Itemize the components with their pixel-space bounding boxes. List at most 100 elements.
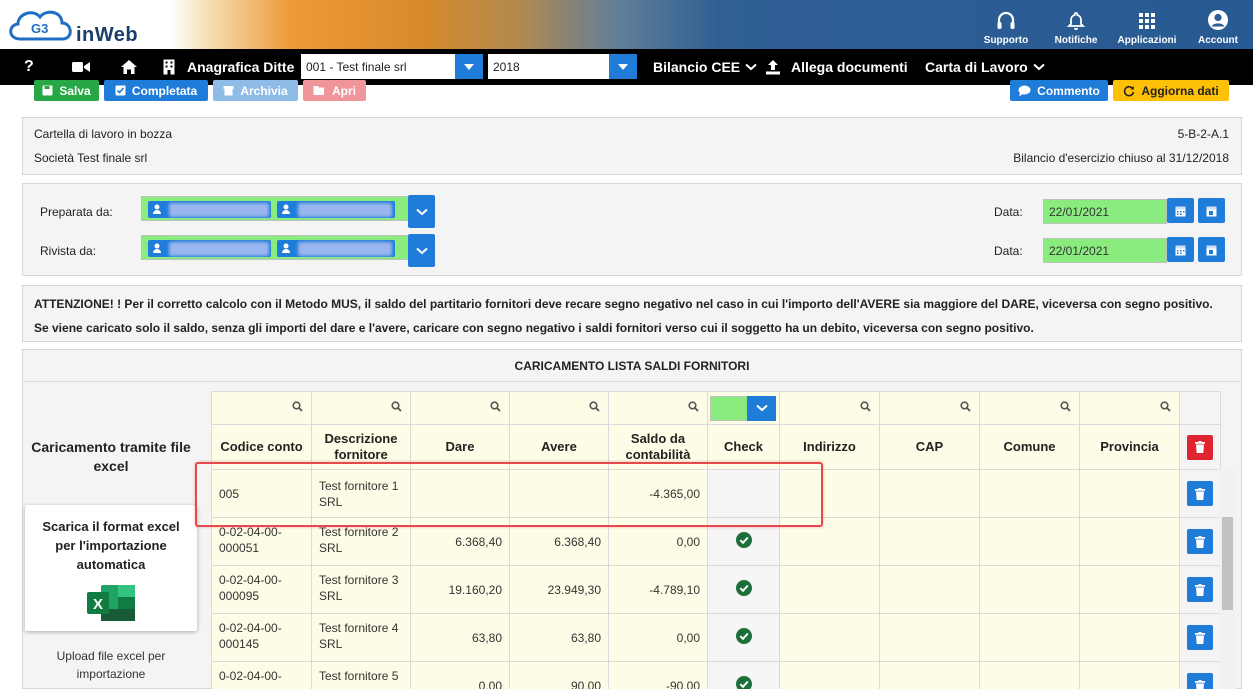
filter-descrizione[interactable]: [311, 391, 411, 425]
completata-button[interactable]: Completata: [104, 80, 208, 101]
allega-documenti-menu[interactable]: Allega documenti: [765, 49, 908, 85]
cell-avere[interactable]: 23.949,30: [509, 565, 609, 614]
help-button[interactable]: ?: [24, 49, 34, 85]
header-avere[interactable]: Avere: [509, 424, 609, 470]
header-indirizzo[interactable]: Indirizzo: [779, 424, 880, 470]
header-descrizione[interactable]: Descrizione fornitore: [311, 424, 411, 470]
table-row[interactable]: 0-02-04-00-000095 Test fornitore 3 SRL 19.…: [211, 565, 1221, 614]
cell-saldo[interactable]: 0,00: [608, 613, 708, 662]
filter-indirizzo[interactable]: [779, 391, 880, 425]
calendar-button-1[interactable]: [1167, 198, 1194, 223]
cell-provincia[interactable]: [1079, 517, 1180, 566]
header-saldo[interactable]: Saldo da contabilità: [608, 424, 708, 470]
rivista-select[interactable]: [141, 235, 408, 260]
company-select[interactable]: 001 - Test finale srl: [301, 54, 483, 79]
delete-row-button[interactable]: [1187, 577, 1213, 602]
cell-cap[interactable]: [879, 613, 980, 662]
scrollbar-thumb[interactable]: [1222, 517, 1233, 610]
applications-button[interactable]: Applicazioni: [1111, 0, 1183, 49]
filter-codice[interactable]: [211, 391, 312, 425]
check-filter-toggle[interactable]: [747, 395, 776, 421]
cell-indirizzo[interactable]: [779, 661, 880, 689]
cell-comune[interactable]: [979, 613, 1080, 662]
filter-cap[interactable]: [879, 391, 980, 425]
filter-saldo[interactable]: [608, 391, 708, 425]
filter-avere[interactable]: [509, 391, 609, 425]
header-provincia[interactable]: Provincia: [1079, 424, 1180, 470]
cell-codice[interactable]: 0-02-04-00-: [211, 661, 312, 689]
header-dare[interactable]: Dare: [410, 424, 510, 470]
cell-dare[interactable]: 63,80: [410, 613, 510, 662]
salva-button[interactable]: Salva: [34, 80, 99, 101]
cell-saldo[interactable]: -4.365,00: [608, 469, 708, 518]
cell-avere[interactable]: 90,00: [509, 661, 609, 689]
header-comune[interactable]: Comune: [979, 424, 1080, 470]
archivia-button[interactable]: Archivia: [213, 80, 298, 101]
header-cap[interactable]: CAP: [879, 424, 980, 470]
cell-provincia[interactable]: [1079, 565, 1180, 614]
table-row[interactable]: 0-02-04-00- Test fornitore 5 0,00 90,00 -90,…: [211, 661, 1221, 689]
cell-comune[interactable]: [979, 661, 1080, 689]
cell-provincia[interactable]: [1079, 469, 1180, 518]
notifications-button[interactable]: Notifiche: [1041, 0, 1111, 49]
year-select-toggle[interactable]: [609, 54, 637, 79]
header-codice[interactable]: Codice conto: [211, 424, 312, 470]
download-format-card[interactable]: Scarica il format excel per l'importazio…: [25, 505, 197, 631]
filter-dare[interactable]: [410, 391, 510, 425]
rivista-dropdown-toggle[interactable]: [408, 234, 435, 267]
cell-dare[interactable]: [410, 469, 510, 518]
cell-dare[interactable]: 19.160,20: [410, 565, 510, 614]
cell-descrizione[interactable]: Test fornitore 2 SRL: [311, 517, 411, 566]
cell-descrizione[interactable]: Test fornitore 1 SRL: [311, 469, 411, 518]
table-row[interactable]: 005 Test fornitore 1 SRL -4.365,00: [211, 469, 1221, 518]
cell-comune[interactable]: [979, 469, 1080, 518]
cell-cap[interactable]: [879, 517, 980, 566]
cell-avere[interactable]: 6.368,40: [509, 517, 609, 566]
cell-descrizione[interactable]: Test fornitore 4 SRL: [311, 613, 411, 662]
bilancio-menu[interactable]: Bilancio CEE: [653, 49, 757, 85]
cell-saldo[interactable]: 0,00: [608, 517, 708, 566]
cell-cap[interactable]: [879, 469, 980, 518]
cell-codice[interactable]: 0-02-04-00-000095: [211, 565, 312, 614]
today-button-2[interactable]: [1198, 237, 1225, 262]
table-row[interactable]: 0-02-04-00-000051 Test fornitore 2 SRL 6.3…: [211, 517, 1221, 566]
cell-saldo[interactable]: -90,00: [608, 661, 708, 689]
year-select[interactable]: 2018: [488, 54, 637, 79]
cell-indirizzo[interactable]: [779, 469, 880, 518]
cell-cap[interactable]: [879, 661, 980, 689]
today-button-1[interactable]: [1198, 198, 1225, 223]
date-input-1[interactable]: 22/01/2021: [1043, 199, 1167, 224]
cell-comune[interactable]: [979, 565, 1080, 614]
cell-codice[interactable]: 0-02-04-00-000051: [211, 517, 312, 566]
cell-comune[interactable]: [979, 517, 1080, 566]
upload-excel-label[interactable]: Upload file excel per importazione: [40, 647, 182, 683]
table-row[interactable]: 0-02-04-00-000145 Test fornitore 4 SRL 63,…: [211, 613, 1221, 662]
cell-descrizione[interactable]: Test fornitore 3 SRL: [311, 565, 411, 614]
delete-row-button[interactable]: [1187, 673, 1213, 689]
delete-row-button[interactable]: [1187, 529, 1213, 554]
cell-codice[interactable]: 005: [211, 469, 312, 518]
aggiorna-dati-button[interactable]: Aggiorna dati: [1113, 80, 1229, 101]
cell-saldo[interactable]: -4.789,10: [608, 565, 708, 614]
support-button[interactable]: Supporto: [971, 0, 1041, 49]
delete-all-button[interactable]: [1187, 434, 1213, 460]
preparata-select[interactable]: [141, 196, 408, 221]
cell-dare[interactable]: 6.368,40: [410, 517, 510, 566]
cell-indirizzo[interactable]: [779, 613, 880, 662]
cell-dare[interactable]: 0,00: [410, 661, 510, 689]
cell-cap[interactable]: [879, 565, 980, 614]
cell-indirizzo[interactable]: [779, 517, 880, 566]
check-filter-select[interactable]: [710, 395, 776, 421]
preparata-dropdown-toggle[interactable]: [408, 195, 435, 228]
cell-codice[interactable]: 0-02-04-00-000145: [211, 613, 312, 662]
cell-provincia[interactable]: [1079, 613, 1180, 662]
cell-avere[interactable]: 63,80: [509, 613, 609, 662]
filter-comune[interactable]: [979, 391, 1080, 425]
account-button[interactable]: Account: [1183, 0, 1253, 49]
cell-provincia[interactable]: [1079, 661, 1180, 689]
cell-descrizione[interactable]: Test fornitore 5: [311, 661, 411, 689]
cell-indirizzo[interactable]: [779, 565, 880, 614]
table-scrollbar[interactable]: [1219, 469, 1236, 689]
commento-button[interactable]: Commento: [1010, 80, 1108, 101]
delete-row-button[interactable]: [1187, 481, 1213, 506]
